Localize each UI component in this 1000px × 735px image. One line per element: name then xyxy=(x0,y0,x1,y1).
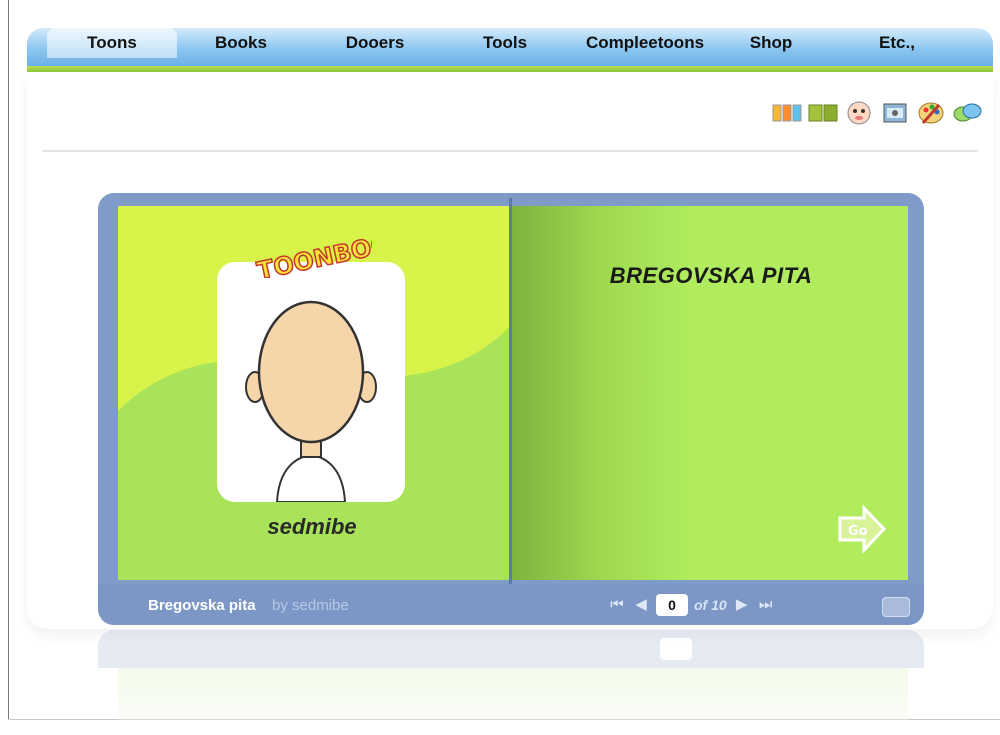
chat-icon[interactable] xyxy=(952,98,982,128)
first-page-icon[interactable]: ⏮ xyxy=(608,595,626,615)
book-title: Bregovska pita xyxy=(148,597,256,614)
book-spine xyxy=(509,198,512,622)
strips-icon[interactable] xyxy=(772,98,802,128)
go-button[interactable]: Go xyxy=(836,504,888,559)
toonbook-logo: TOONBOOK xyxy=(252,225,414,286)
toolbar-icons xyxy=(772,98,982,128)
header-divider xyxy=(42,150,978,152)
next-page-icon[interactable]: ▶ xyxy=(733,595,751,615)
photo-icon[interactable] xyxy=(880,98,910,128)
reflection-page-box xyxy=(660,638,692,660)
author-name: sedmibe xyxy=(267,514,357,539)
nav-dooers[interactable]: Dooers xyxy=(325,28,425,58)
nav-underline xyxy=(27,66,993,72)
reflection-bar xyxy=(98,630,924,668)
face-icon[interactable] xyxy=(844,98,874,128)
page-heading: BREGOVSKA PITA xyxy=(609,263,813,288)
nav-shop[interactable]: Shop xyxy=(741,28,801,58)
nav-etc[interactable]: Etc., xyxy=(867,28,927,58)
book-reflection xyxy=(98,630,924,720)
page-navigator: ⏮ ◀ 0 of 10 ▶ ⏭ xyxy=(608,594,775,616)
palette-icon[interactable] xyxy=(916,98,946,128)
nav-books[interactable]: Books xyxy=(197,28,285,58)
top-nav: Toons Books Dooers Tools Compleetoons Sh… xyxy=(27,28,993,66)
go-label: Go xyxy=(848,524,868,539)
avatar-card xyxy=(217,262,405,502)
book-icon[interactable] xyxy=(808,98,838,128)
svg-text:TOONBOOK: TOONBOOK xyxy=(255,236,372,278)
reflection-page xyxy=(118,668,908,720)
window-border-left xyxy=(8,0,9,720)
previous-page-icon[interactable]: ◀ xyxy=(632,595,650,615)
page-number-input[interactable]: 0 xyxy=(656,594,688,616)
fullscreen-button[interactable] xyxy=(882,597,910,617)
book-byline: by sedmibe xyxy=(272,597,349,614)
nav-toons[interactable]: Toons xyxy=(47,28,177,58)
page-count-label: of 10 xyxy=(694,597,727,613)
nav-tools[interactable]: Tools xyxy=(465,28,545,58)
avatar-face-icon xyxy=(245,300,377,502)
nav-compleetoons[interactable]: Compleetoons xyxy=(575,28,715,58)
last-page-icon[interactable]: ⏭ xyxy=(757,595,775,615)
